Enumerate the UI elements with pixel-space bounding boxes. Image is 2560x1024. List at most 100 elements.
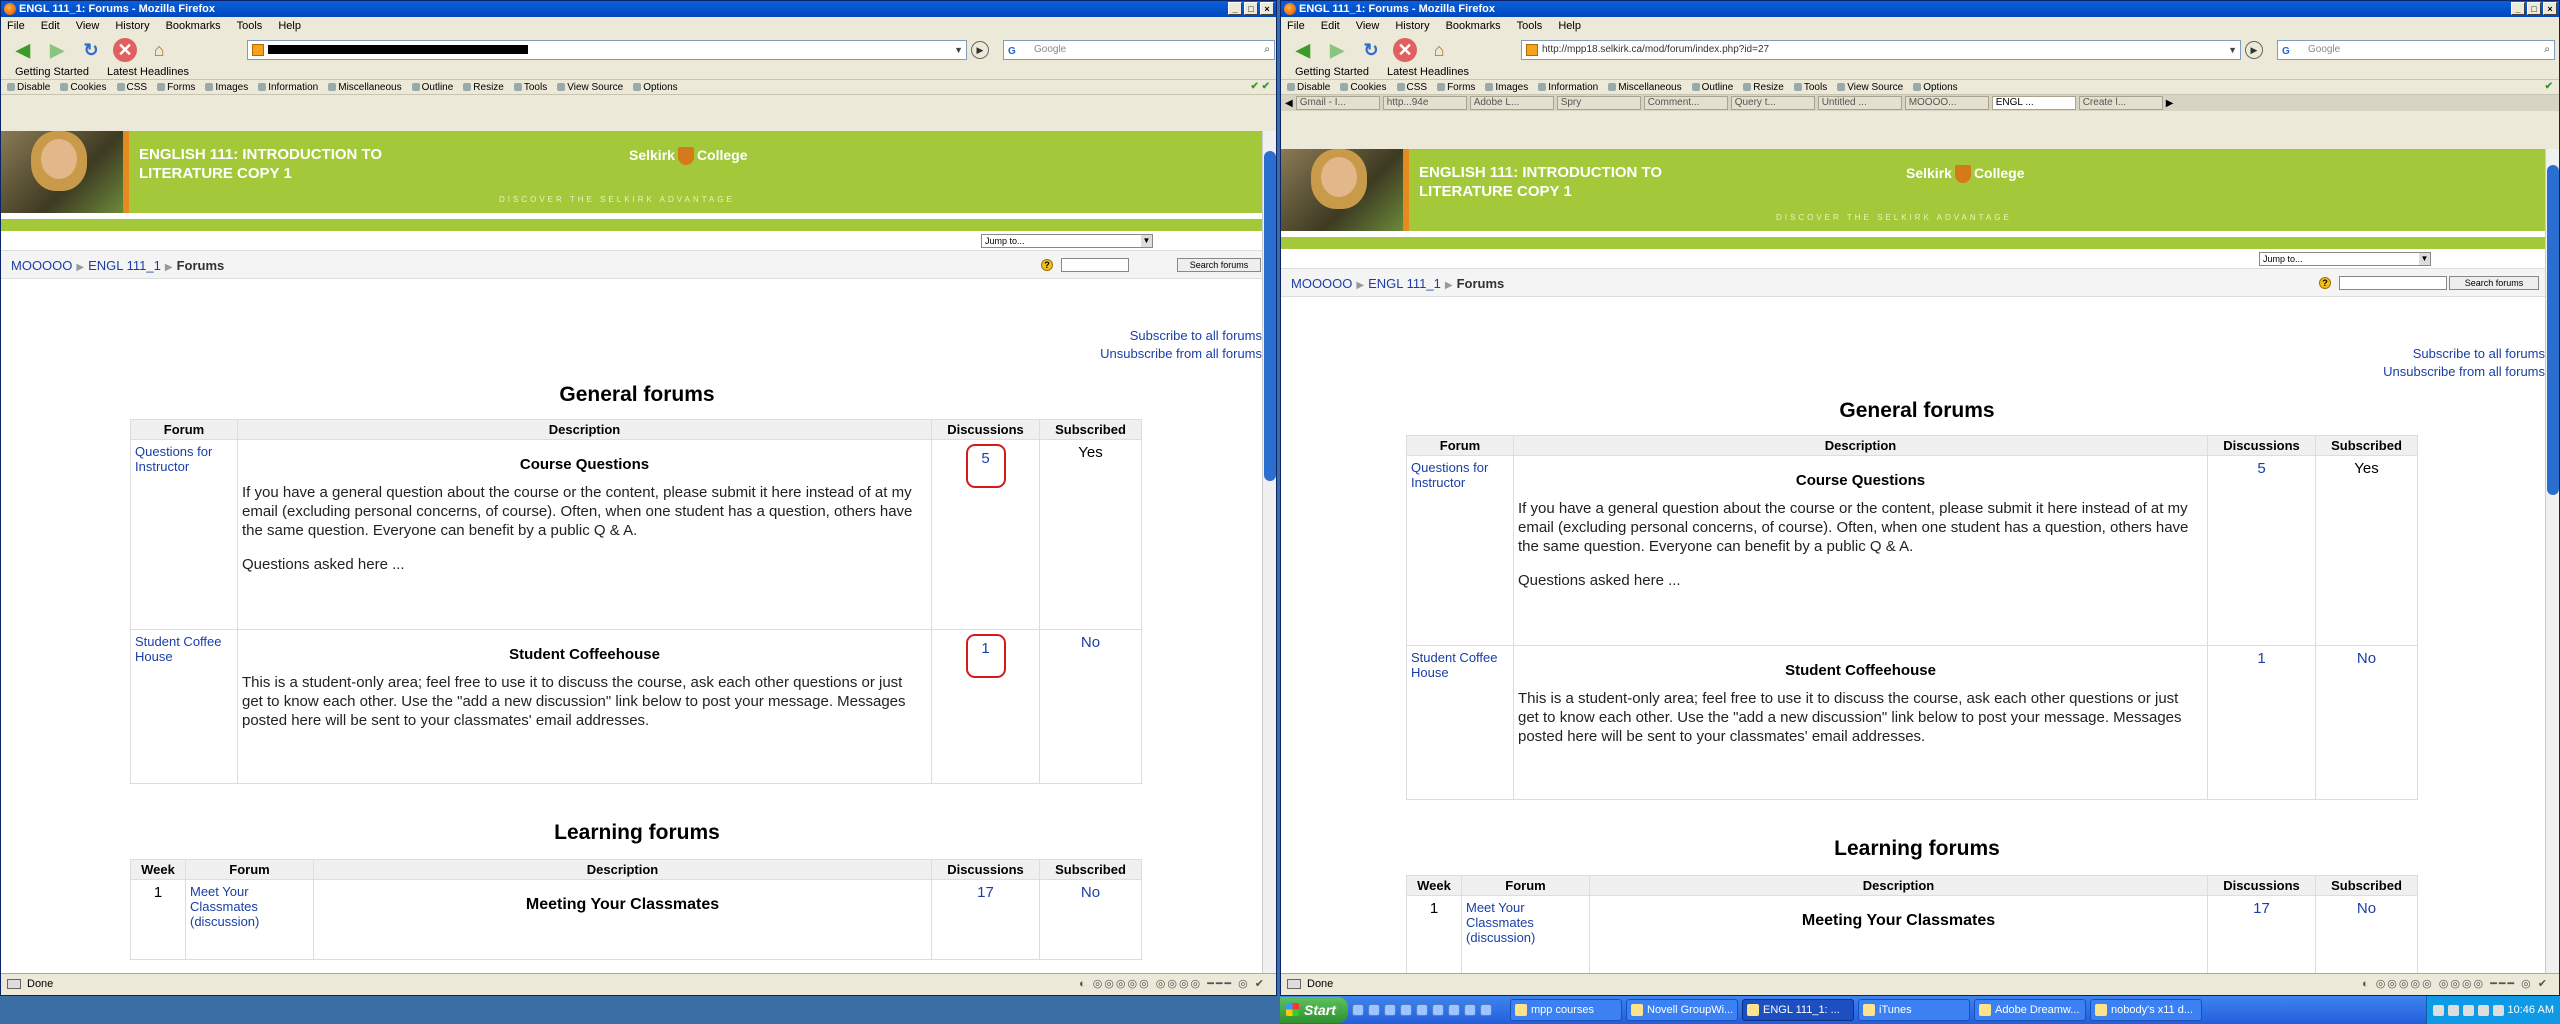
menu-bookmarks[interactable]: Bookmarks: [166, 20, 221, 32]
breadcrumb-site[interactable]: MOOOOO: [1291, 276, 1352, 291]
dev-miscellaneous[interactable]: Miscellaneous: [328, 82, 402, 93]
forum-link[interactable]: Questions for Instructor: [135, 444, 212, 474]
subscribe-all-link[interactable]: Subscribe to all forums: [1100, 327, 1262, 345]
dev-cookies[interactable]: Cookies: [1340, 82, 1387, 93]
quicklaunch-more-icon[interactable]: [1480, 1004, 1492, 1016]
subscribe-toggle-link[interactable]: No: [2357, 650, 2376, 667]
jump-to-select[interactable]: Jump to... ▼: [981, 234, 1153, 248]
jump-to-select[interactable]: Jump to... ▼: [2259, 252, 2431, 266]
discussions-link[interactable]: 5: [2257, 460, 2265, 477]
subscribe-all-link[interactable]: Subscribe to all forums: [2383, 345, 2545, 363]
task-dreamweaver[interactable]: Adobe Dreamw...: [1974, 999, 2086, 1021]
breadcrumb-course[interactable]: ENGL 111_1: [1368, 276, 1441, 291]
unsubscribe-all-link[interactable]: Unsubscribe from all forums: [1100, 345, 1262, 363]
breadcrumb-course[interactable]: ENGL 111_1: [88, 258, 161, 273]
back-arrow-icon[interactable]: ◀: [1291, 38, 1315, 62]
dev-options[interactable]: Options: [1913, 82, 1958, 93]
forum-link[interactable]: Meet Your Classmates (discussion): [1466, 900, 1535, 945]
search-input[interactable]: G Google ⌕: [2277, 40, 2555, 60]
tab-comment[interactable]: Comment...: [1643, 96, 1728, 110]
quicklaunch-desktop-icon[interactable]: [1352, 1004, 1364, 1016]
tab-create[interactable]: Create l...: [2078, 96, 2163, 110]
quicklaunch-music-icon[interactable]: [1448, 1004, 1460, 1016]
home-icon[interactable]: ⌂: [147, 38, 171, 62]
task-novell-groupwise[interactable]: Novell GroupWi...: [1626, 999, 1738, 1021]
dev-resize[interactable]: Resize: [1743, 82, 1784, 93]
vertical-scrollbar[interactable]: [2545, 149, 2559, 973]
forum-link[interactable]: Questions for Instructor: [1411, 460, 1488, 490]
menu-file[interactable]: File: [7, 20, 25, 32]
task-itunes[interactable]: iTunes: [1858, 999, 1970, 1021]
discussions-link[interactable]: 17: [2253, 900, 2270, 917]
quicklaunch-browser-icon[interactable]: [1368, 1004, 1380, 1016]
dev-options[interactable]: Options: [633, 82, 678, 93]
search-forums-button[interactable]: Search forums: [2449, 276, 2539, 290]
discussions-link[interactable]: 17: [977, 884, 994, 901]
menu-edit[interactable]: Edit: [1321, 20, 1340, 32]
bookmark-latest-headlines[interactable]: Latest Headlines: [1387, 66, 1469, 78]
dev-disable[interactable]: Disable: [1287, 82, 1330, 93]
dev-information[interactable]: Information: [258, 82, 318, 93]
menu-file[interactable]: File: [1287, 20, 1305, 32]
dev-tools[interactable]: Tools: [1793, 82, 1827, 93]
menu-tools[interactable]: Tools: [1517, 20, 1543, 32]
menu-history[interactable]: History: [115, 20, 149, 32]
tray-volume-icon[interactable]: [2447, 1004, 2459, 1016]
tray-app-icon[interactable]: [2492, 1004, 2504, 1016]
dev-miscellaneous[interactable]: Miscellaneous: [1608, 82, 1682, 93]
menu-edit[interactable]: Edit: [41, 20, 60, 32]
task-x11[interactable]: nobody's x11 d...: [2090, 999, 2202, 1021]
vertical-scrollbar[interactable]: [1262, 131, 1276, 973]
forward-arrow-icon[interactable]: ▶: [45, 38, 69, 62]
discussions-link[interactable]: 1: [981, 640, 989, 657]
stop-icon[interactable]: ✕: [1393, 38, 1417, 62]
discussions-link[interactable]: 5: [981, 450, 989, 467]
dev-resize[interactable]: Resize: [463, 82, 504, 93]
scrollbar-thumb[interactable]: [1264, 151, 1276, 481]
back-arrow-icon[interactable]: ◀: [11, 38, 35, 62]
subscribe-toggle-link[interactable]: No: [1081, 634, 1100, 651]
task-mpp-courses[interactable]: mpp courses: [1510, 999, 1622, 1021]
tab-scroll-left-icon[interactable]: ◀: [1285, 98, 1293, 109]
subscribe-toggle-link[interactable]: No: [2357, 900, 2376, 917]
url-dropdown-icon[interactable]: ▼: [954, 41, 963, 59]
dev-tools[interactable]: Tools: [513, 82, 547, 93]
scrollbar-thumb[interactable]: [2547, 165, 2559, 495]
forum-link[interactable]: Meet Your Classmates (discussion): [190, 884, 259, 929]
start-button[interactable]: Start: [1280, 997, 1348, 1023]
dev-images[interactable]: Images: [1485, 82, 1528, 93]
dev-forms[interactable]: Forms: [1437, 82, 1475, 93]
dev-information[interactable]: Information: [1538, 82, 1598, 93]
search-input[interactable]: G Google ⌕: [1003, 40, 1275, 60]
home-icon[interactable]: ⌂: [1427, 38, 1451, 62]
quicklaunch-firefox-icon[interactable]: [1432, 1004, 1444, 1016]
tab-engl-active[interactable]: ENGL ...: [1991, 96, 2076, 110]
bookmark-getting-started[interactable]: Getting Started: [1295, 66, 1369, 78]
tab-moooo[interactable]: MOOOO...: [1904, 96, 1989, 110]
tab-http[interactable]: http...94e: [1382, 96, 1467, 110]
quicklaunch-tools-icon[interactable]: [1464, 1004, 1476, 1016]
tab-gmail[interactable]: Gmail - I...: [1295, 96, 1380, 110]
minimize-button[interactable]: _: [2511, 2, 2525, 15]
tray-network-icon[interactable]: [2432, 1004, 2444, 1016]
dev-view-source[interactable]: View Source: [1837, 82, 1903, 93]
menu-bookmarks[interactable]: Bookmarks: [1446, 20, 1501, 32]
dev-disable[interactable]: Disable: [7, 82, 50, 93]
quicklaunch-media-icon[interactable]: [1400, 1004, 1412, 1016]
quicklaunch-app-icon[interactable]: [1416, 1004, 1428, 1016]
reload-icon[interactable]: ↻: [79, 38, 103, 62]
url-bar[interactable]: ▼: [247, 40, 967, 60]
task-engl-firefox[interactable]: ENGL 111_1: ...: [1742, 999, 1854, 1021]
go-button[interactable]: ▶: [2245, 41, 2263, 59]
breadcrumb-site[interactable]: MOOOOO: [11, 258, 72, 273]
url-dropdown-icon[interactable]: ▼: [2228, 41, 2237, 59]
search-forums-input[interactable]: [2339, 276, 2447, 290]
dev-css[interactable]: CSS: [1396, 82, 1427, 93]
menu-view[interactable]: View: [1356, 20, 1380, 32]
tab-scroll-right-icon[interactable]: ▶: [2166, 98, 2174, 109]
help-icon[interactable]: ?: [2319, 277, 2331, 289]
bookmark-latest-headlines[interactable]: Latest Headlines: [107, 66, 189, 78]
unsubscribe-all-link[interactable]: Unsubscribe from all forums: [2383, 363, 2545, 381]
subscribe-toggle-link[interactable]: No: [1081, 884, 1100, 901]
tab-spry[interactable]: Spry: [1556, 96, 1641, 110]
